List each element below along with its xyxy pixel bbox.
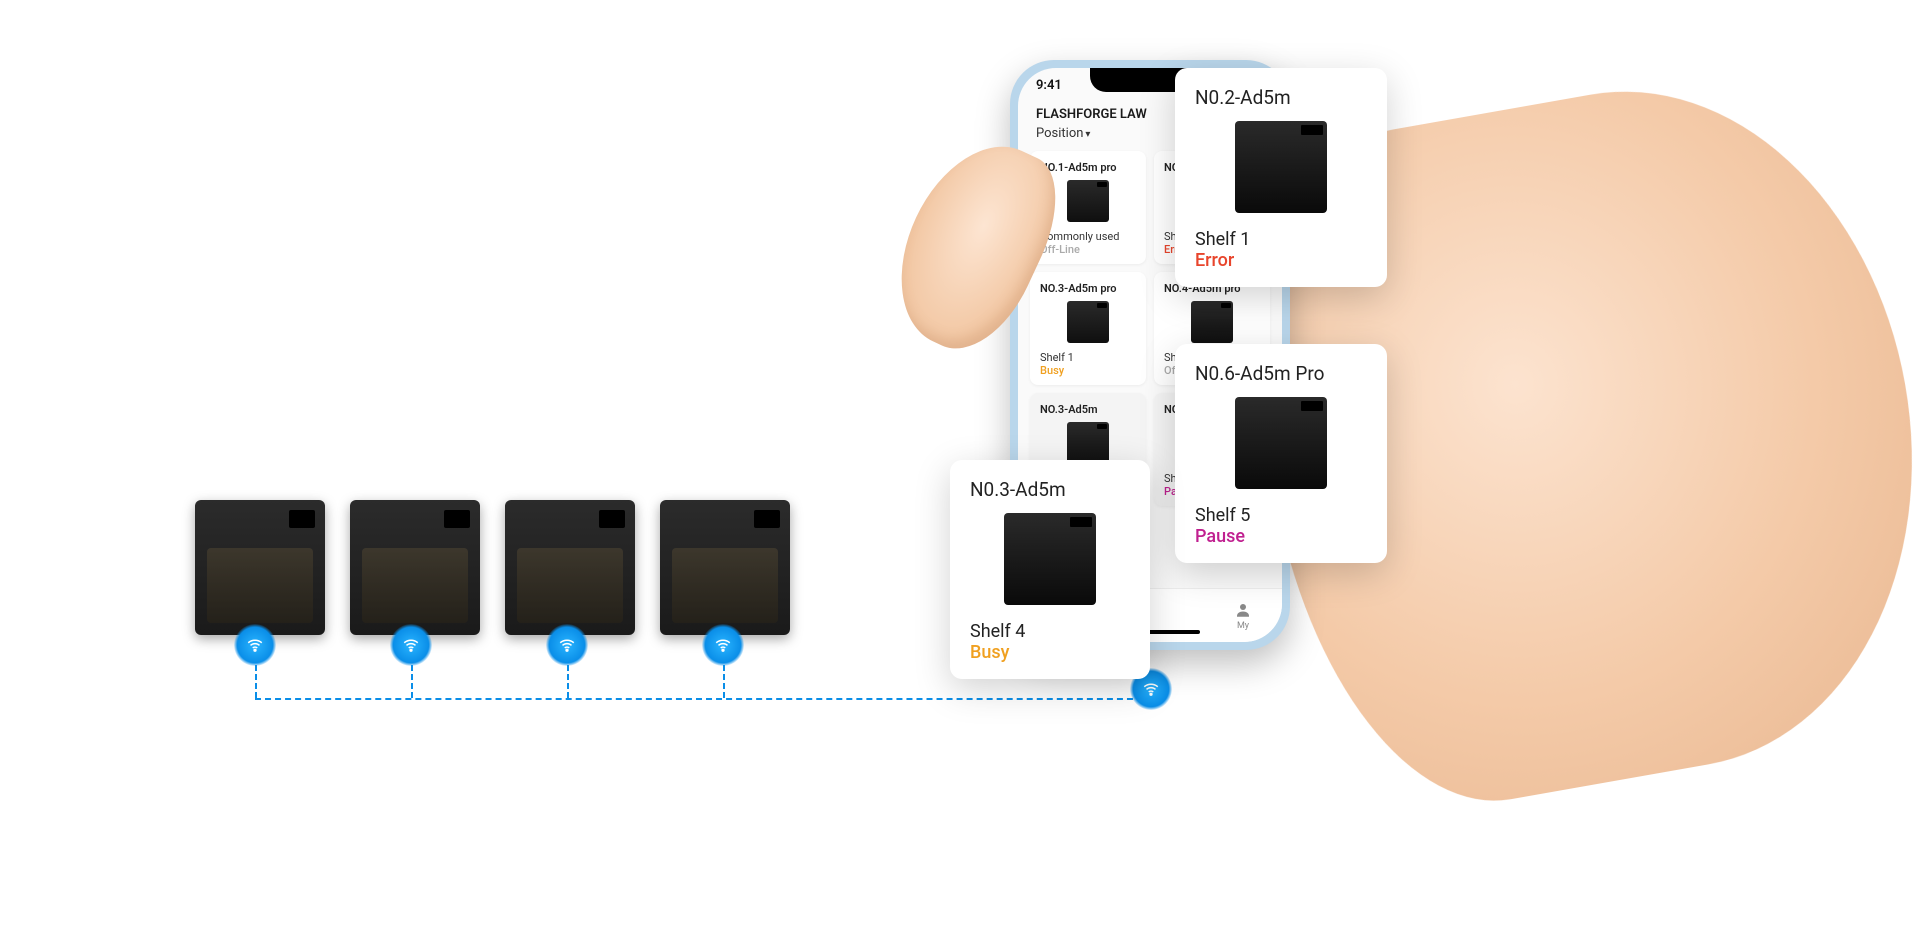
printer-device xyxy=(195,500,325,635)
device-status: Off-Line xyxy=(1040,243,1136,256)
popup-shelf: Shelf 1 xyxy=(1195,229,1367,250)
user-icon xyxy=(1234,601,1252,619)
printer-icon xyxy=(1067,180,1109,222)
printer-icon xyxy=(1067,301,1109,343)
popup-shelf: Shelf 5 xyxy=(1195,505,1367,526)
device-shelf: Shelf 1 xyxy=(1040,351,1136,364)
device-status: Busy xyxy=(1040,364,1136,377)
printer-row xyxy=(195,500,790,635)
tab-my[interactable]: My xyxy=(1234,601,1252,631)
device-card[interactable]: NO.3-Ad5m pro Shelf 1 Busy xyxy=(1030,272,1146,385)
wifi-icon xyxy=(702,624,744,666)
device-name: NO.1-Ad5m pro xyxy=(1040,161,1136,174)
wifi-icon xyxy=(234,624,276,666)
device-name: NO.3-Ad5m xyxy=(1040,403,1136,416)
printer-device xyxy=(350,500,480,635)
popup-status: Busy xyxy=(970,642,1130,663)
status-time: 9:41 xyxy=(1036,78,1062,93)
popup-card[interactable]: N0.3-Ad5m Shelf 4 Busy xyxy=(950,460,1150,679)
wifi-icon xyxy=(546,624,588,666)
printer-icon xyxy=(1235,121,1327,213)
printer-device xyxy=(505,500,635,635)
printer-icon xyxy=(1191,301,1233,343)
printer-icon xyxy=(1235,397,1327,489)
popup-status: Error xyxy=(1195,250,1367,271)
wifi-icon xyxy=(390,624,432,666)
popup-name: N0.3-Ad5m xyxy=(970,478,1130,501)
popup-card[interactable]: N0.6-Ad5m Pro Shelf 5 Pause xyxy=(1175,344,1387,563)
device-shelf: Commonly used xyxy=(1040,230,1136,243)
popup-card[interactable]: N0.2-Ad5m Shelf 1 Error xyxy=(1175,68,1387,287)
popup-shelf: Shelf 4 xyxy=(970,621,1130,642)
popup-name: N0.6-Ad5m Pro xyxy=(1195,362,1367,385)
printer-icon xyxy=(1067,422,1109,464)
printer-device xyxy=(660,500,790,635)
popup-status: Pause xyxy=(1195,526,1367,547)
popup-name: N0.2-Ad5m xyxy=(1195,86,1367,109)
tab-label: My xyxy=(1237,621,1249,631)
printer-icon xyxy=(1004,513,1096,605)
device-name: NO.3-Ad5m pro xyxy=(1040,282,1136,295)
